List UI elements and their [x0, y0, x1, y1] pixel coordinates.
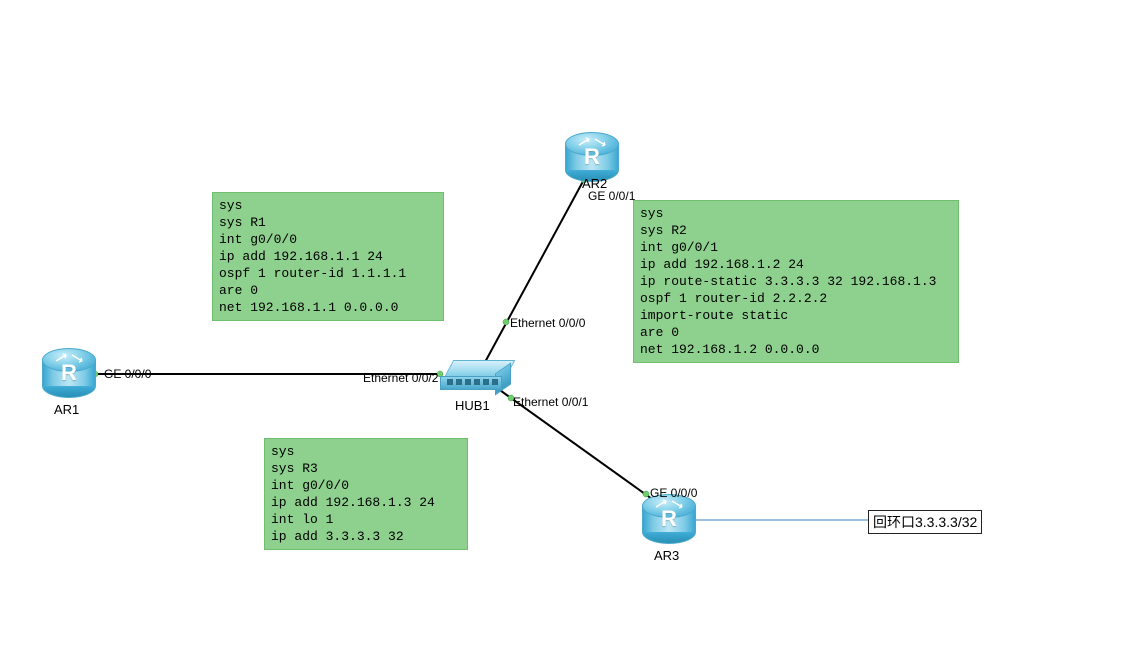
- loopback-label: 回环口3.3.3.3/32: [868, 510, 982, 534]
- hub-hub1[interactable]: [448, 360, 510, 394]
- port-dot: [503, 319, 509, 325]
- port-label-hub-e002: Ethernet 0/0/2: [363, 371, 438, 385]
- link-ar2-hub: [484, 174, 587, 364]
- config-box-r1: sys sys R1 int g0/0/0 ip add 192.168.1.1…: [212, 192, 444, 321]
- router-ar3[interactable]: R: [642, 494, 696, 548]
- device-label-ar3: AR3: [654, 548, 679, 563]
- port-label-ar3-ge000: GE 0/0/0: [650, 486, 697, 500]
- port-label-ar1-ge000: GE 0/0/0: [104, 367, 151, 381]
- router-ar1[interactable]: R: [42, 348, 96, 402]
- router-icon: R: [42, 360, 96, 386]
- device-label-ar1: AR1: [54, 402, 79, 417]
- port-label-hub-e001: Ethernet 0/0/1: [513, 395, 588, 409]
- device-label-hub1: HUB1: [455, 398, 490, 413]
- port-label-hub-e000: Ethernet 0/0/0: [510, 316, 585, 330]
- port-label-ar2-ge001: GE 0/0/1: [588, 189, 635, 203]
- config-box-r3: sys sys R3 int g0/0/0 ip add 192.168.1.3…: [264, 438, 468, 550]
- router-icon: R: [642, 506, 696, 532]
- config-box-r2: sys sys R2 int g0/0/1 ip add 192.168.1.2…: [633, 200, 959, 363]
- router-icon: R: [565, 144, 619, 170]
- topology-links: [0, 0, 1134, 668]
